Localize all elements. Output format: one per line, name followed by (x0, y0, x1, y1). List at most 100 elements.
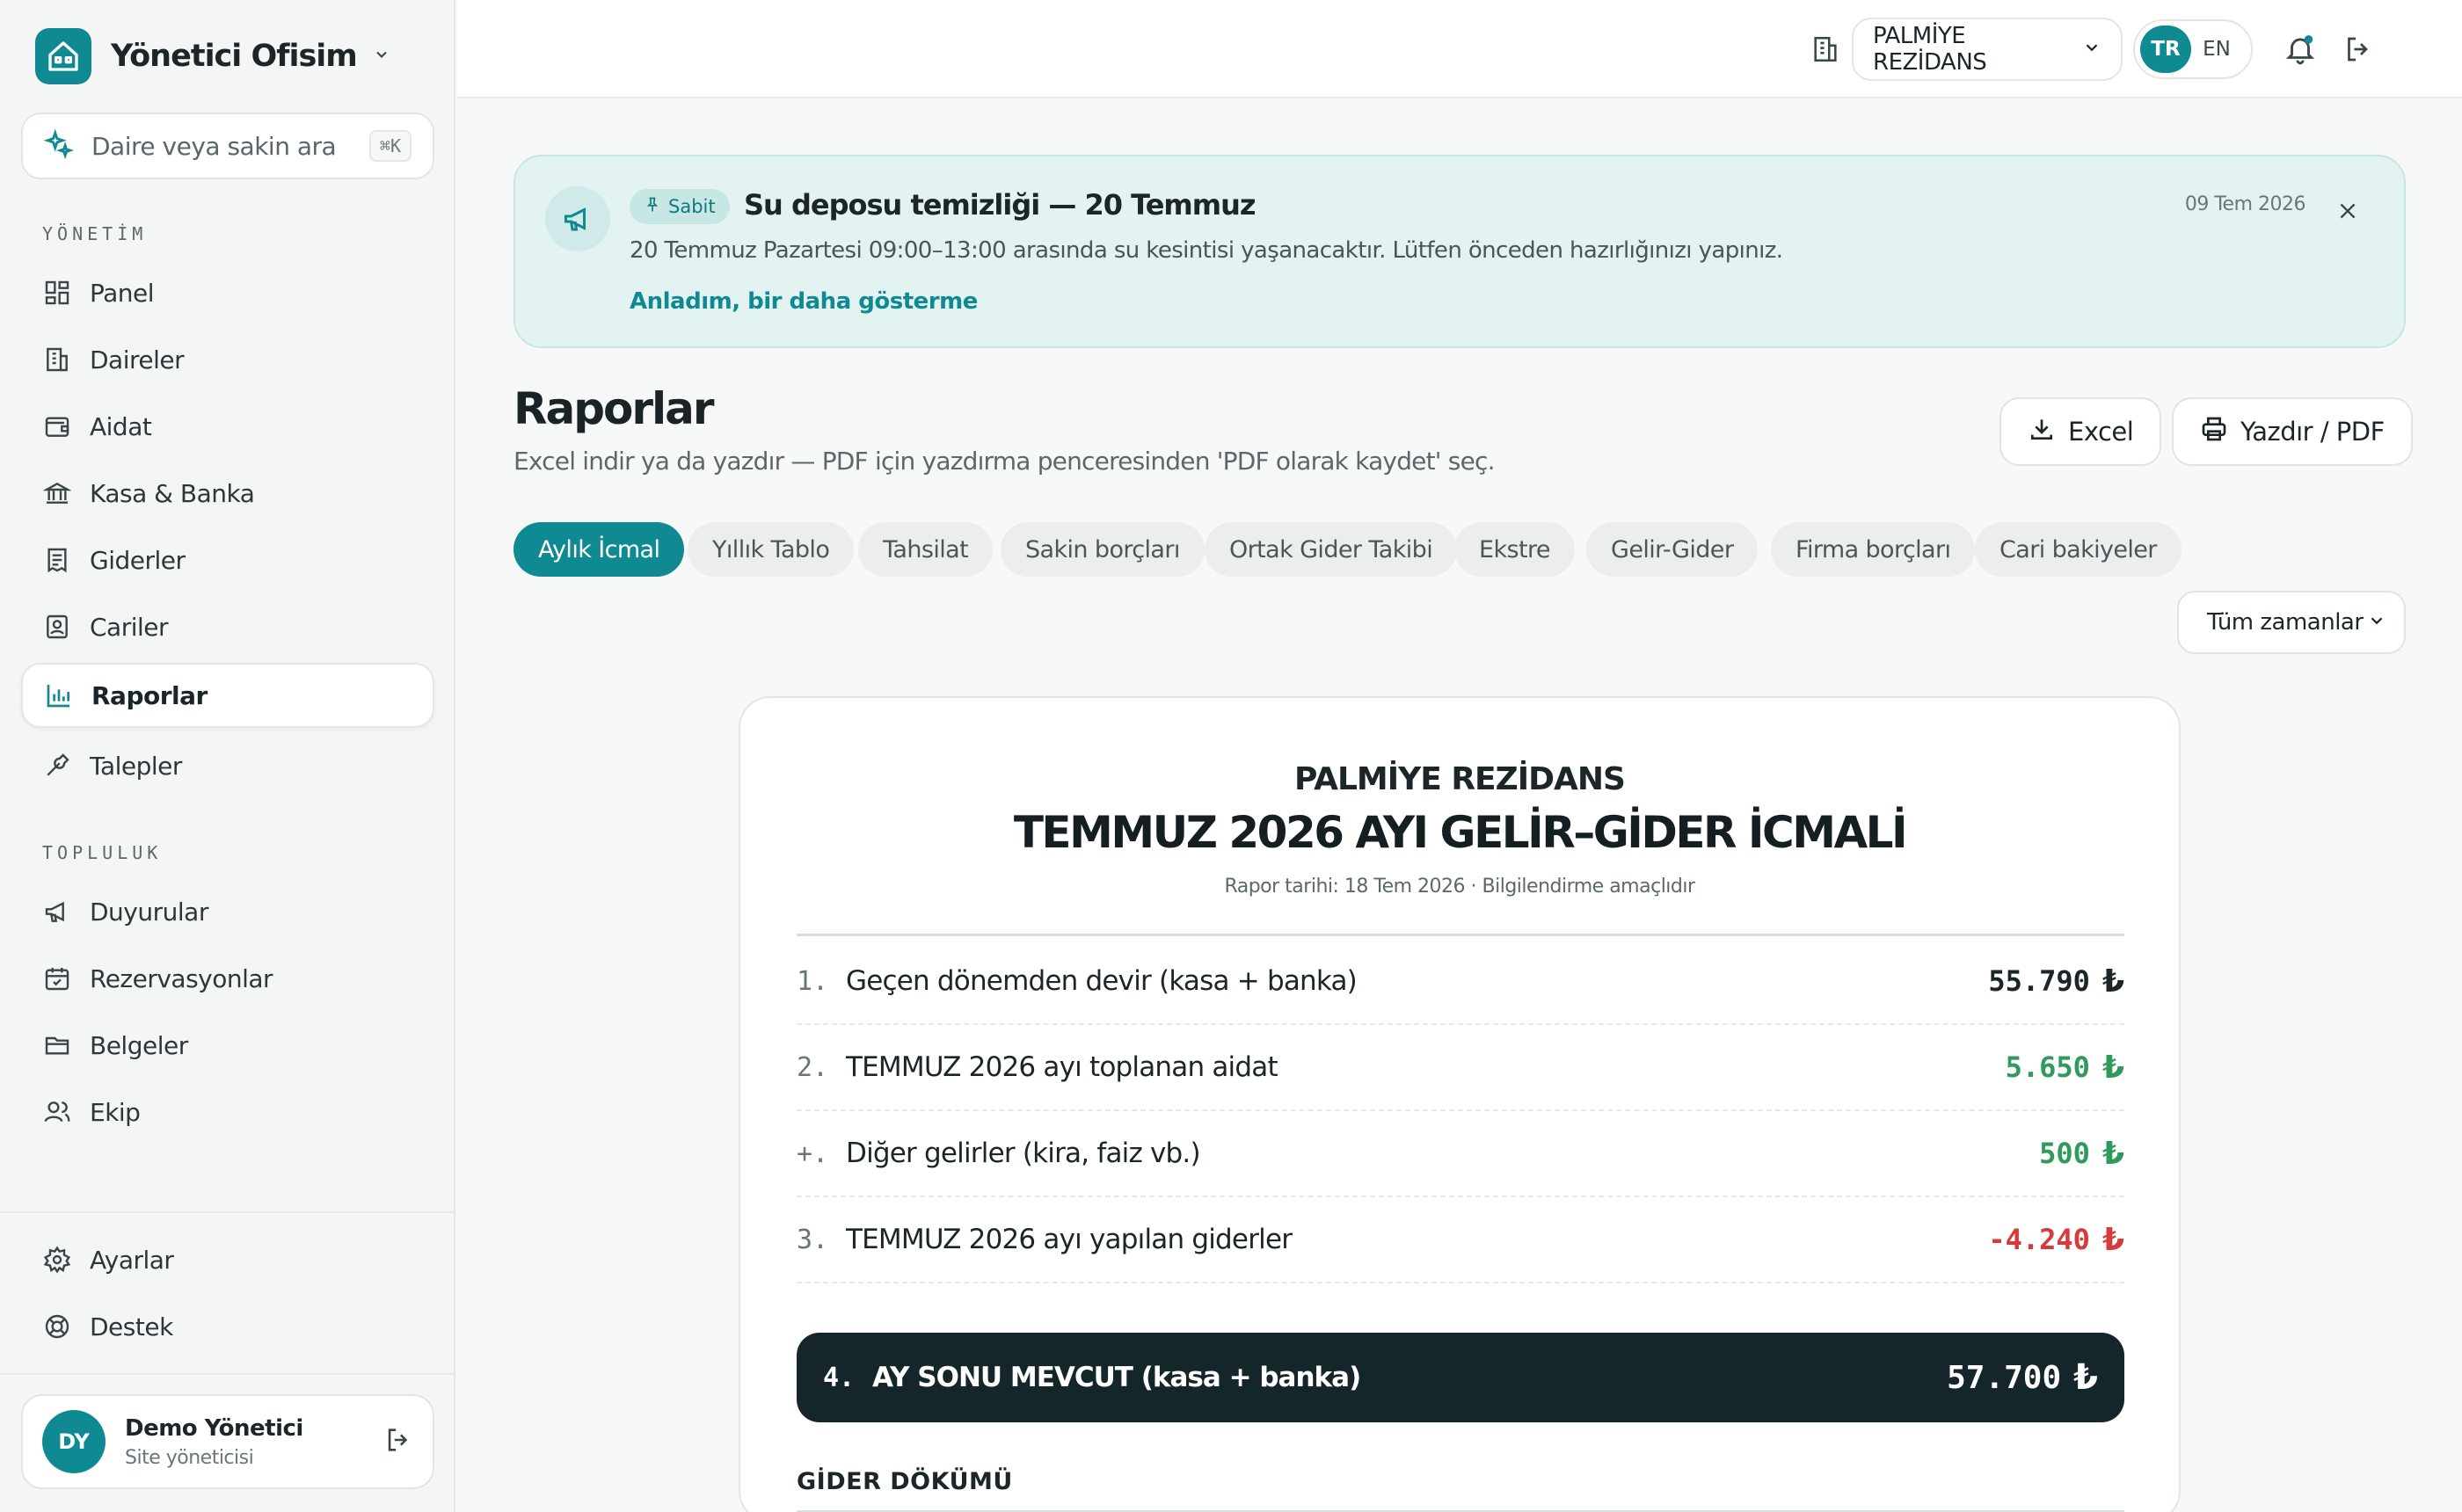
sidebar-item-label: Ekip (90, 1097, 141, 1127)
building-icon (1804, 28, 1846, 70)
row-value: 500 (2039, 1137, 2090, 1170)
tab-ekstre[interactable]: Ekstre (1454, 522, 1575, 577)
sidebar-item-panel[interactable]: Panel (21, 260, 434, 325)
sidebar-item-label: Daireler (90, 345, 185, 374)
sidebar-item-ayarlar[interactable]: Ayarlar (21, 1227, 434, 1292)
bank-icon (42, 478, 72, 508)
sidebar-item-ekip[interactable]: Ekip (21, 1079, 434, 1145)
announcement-date: 09 Tem 2026 (2184, 193, 2306, 215)
row-label: Diğer gelirler (kira, faiz vb.) (846, 1138, 1201, 1169)
sidebar-item-raporlar[interactable]: Raporlar (21, 663, 434, 728)
sidebar-item-label: Ayarlar (90, 1245, 174, 1275)
report-site-name: PALMİYE REZİDANS (1294, 761, 1626, 797)
chevron-down-icon (2082, 38, 2101, 61)
logout-icon[interactable] (383, 1425, 413, 1458)
chevron-down-icon (2367, 611, 2386, 634)
sidebar-divider (0, 1373, 455, 1375)
site-select[interactable]: PALMİYE REZİDANS (1852, 18, 2123, 81)
megaphone-icon (42, 897, 72, 927)
bell-icon[interactable] (2279, 28, 2321, 70)
dismiss-forever-link[interactable]: Anladım, bir daha gösterme (630, 288, 978, 315)
sidebar-item-label: Belgeler (90, 1030, 188, 1060)
tab-sakin-borclari[interactable]: Sakin borçları (1001, 522, 1205, 577)
sidebar-item-rezervasyonlar[interactable]: Rezervasyonlar (21, 946, 434, 1011)
calendar-check-icon (42, 963, 72, 993)
folder-icon (42, 1030, 72, 1060)
receipt-icon (42, 545, 72, 575)
pin-icon (644, 196, 661, 218)
row-value: 5.650 (2005, 1050, 2090, 1084)
pinned-badge-label: Sabit (668, 196, 716, 217)
period-select[interactable]: Tüm zamanlar (2177, 591, 2406, 654)
print-pdf-button-label: Yazdır / PDF (2240, 417, 2385, 447)
row-number: 1. (797, 965, 829, 997)
megaphone-icon (545, 186, 610, 251)
lira-sign: ₺ (2101, 1049, 2124, 1086)
sidebar-item-label: Rezervasyonlar (90, 963, 273, 993)
tab-aylik-icmal[interactable]: Aylık İcmal (514, 522, 685, 577)
topbar: PALMİYE REZİDANS TR EN (457, 0, 2462, 98)
expense-breakdown-heading: GİDER DÖKÜMÜ (797, 1468, 1013, 1495)
search-placeholder: Daire veya sakin ara (91, 131, 337, 161)
sidebar-item-cariler[interactable]: Cariler (21, 594, 434, 659)
tab-firma-borclari[interactable]: Firma borçları (1771, 522, 1976, 577)
sidebar-item-kasa-banka[interactable]: Kasa & Banka (21, 461, 434, 526)
site-select-value: PALMİYE REZİDANS (1873, 23, 1987, 76)
tab-gelir-gider[interactable]: Gelir-Gider (1586, 522, 1759, 577)
row-label: Geçen dönemden devir (kasa + banka) (846, 965, 1358, 997)
excel-button-label: Excel (2068, 417, 2134, 447)
contact-book-icon (42, 612, 72, 642)
chevron-down-icon (373, 46, 390, 67)
report-meta: Rapor tarihi: 18 Tem 2026 · Bilgilendirm… (1224, 876, 1695, 898)
sidebar-item-label: Destek (90, 1312, 173, 1341)
logout-icon[interactable] (2337, 28, 2379, 70)
gear-icon (42, 1245, 72, 1275)
user-card: DY Demo Yönetici Site yöneticisi (21, 1394, 434, 1489)
period-select-value: Tüm zamanlar (2207, 609, 2364, 636)
building-icon (42, 345, 72, 374)
report-row-carryover: 1. Geçen dönemden devir (kasa + banka) 5… (797, 939, 2124, 1025)
sidebar-item-giderler[interactable]: Giderler (21, 527, 434, 592)
announcement-body: 20 Temmuz Pazartesi 09:00–13:00 arasında… (630, 237, 1783, 264)
download-icon (2028, 415, 2056, 449)
printer-icon (2200, 415, 2228, 449)
close-icon[interactable] (2330, 193, 2365, 229)
sidebar-item-daireler[interactable]: Daireler (21, 327, 434, 392)
wrench-icon (42, 751, 72, 781)
row-number: 4. (823, 1362, 856, 1393)
tab-yillik-tablo[interactable]: Yıllık Tablo (688, 522, 855, 577)
tab-tahsilat[interactable]: Tahsilat (858, 522, 994, 577)
lira-sign: ₺ (2073, 1357, 2098, 1398)
sidebar-item-belgeler[interactable]: Belgeler (21, 1013, 434, 1078)
print-pdf-button[interactable]: Yazdır / PDF (2172, 397, 2413, 466)
report-row-dues: 2. TEMMUZ 2026 ayı toplanan aidat 5.650 … (797, 1025, 2124, 1111)
sidebar-item-label: Aidat (90, 411, 152, 441)
row-value: 57.700 (1947, 1359, 2062, 1396)
sidebar-item-aidat[interactable]: Aidat (21, 394, 434, 459)
tab-ortak-gider-takibi[interactable]: Ortak Gider Takibi (1205, 522, 1458, 577)
brand-name: Yönetici Ofisim (111, 39, 358, 74)
users-icon (42, 1097, 72, 1127)
lang-tr-button[interactable]: TR (2140, 25, 2191, 73)
brand-switcher[interactable]: Yönetici Ofisim (35, 28, 390, 84)
user-role: Site yöneticisi (125, 1446, 254, 1469)
sidebar-item-talepler[interactable]: Talepler (21, 733, 434, 798)
sidebar-item-destek[interactable]: Destek (21, 1294, 434, 1359)
sidebar-item-duyurular[interactable]: Duyurular (21, 879, 434, 944)
sparkle-search-icon (43, 128, 75, 163)
search-input[interactable]: Daire veya sakin ara ⌘K (21, 113, 434, 179)
sidebar: Yönetici Ofisim Daire veya sakin ara ⌘K … (0, 0, 455, 1512)
sidebar-item-label: Panel (90, 278, 155, 308)
report-title: TEMMUZ 2026 AYI GELİR–GİDER İCMALİ (1013, 807, 1908, 858)
announcement-title: Su deposu temizliği — 20 Temmuz (744, 188, 1256, 222)
lang-en-button[interactable]: EN (2191, 38, 2242, 61)
lira-sign: ₺ (2101, 1135, 2124, 1172)
sidebar-divider (0, 1211, 455, 1213)
row-label: AY SONU MEVCUT (kasa + banka) (872, 1362, 1361, 1393)
section-label-community: TOPLULUK (42, 842, 163, 863)
page-subtitle: Excel indir ya da yazdır — PDF için yazd… (514, 447, 1495, 476)
user-name: Demo Yönetici (125, 1414, 303, 1442)
excel-button[interactable]: Excel (1999, 397, 2162, 466)
report-row-other-income: +. Diğer gelirler (kira, faiz vb.) 500 ₺ (797, 1111, 2124, 1197)
tab-cari-bakiyeler[interactable]: Cari bakiyeler (1975, 522, 2182, 577)
